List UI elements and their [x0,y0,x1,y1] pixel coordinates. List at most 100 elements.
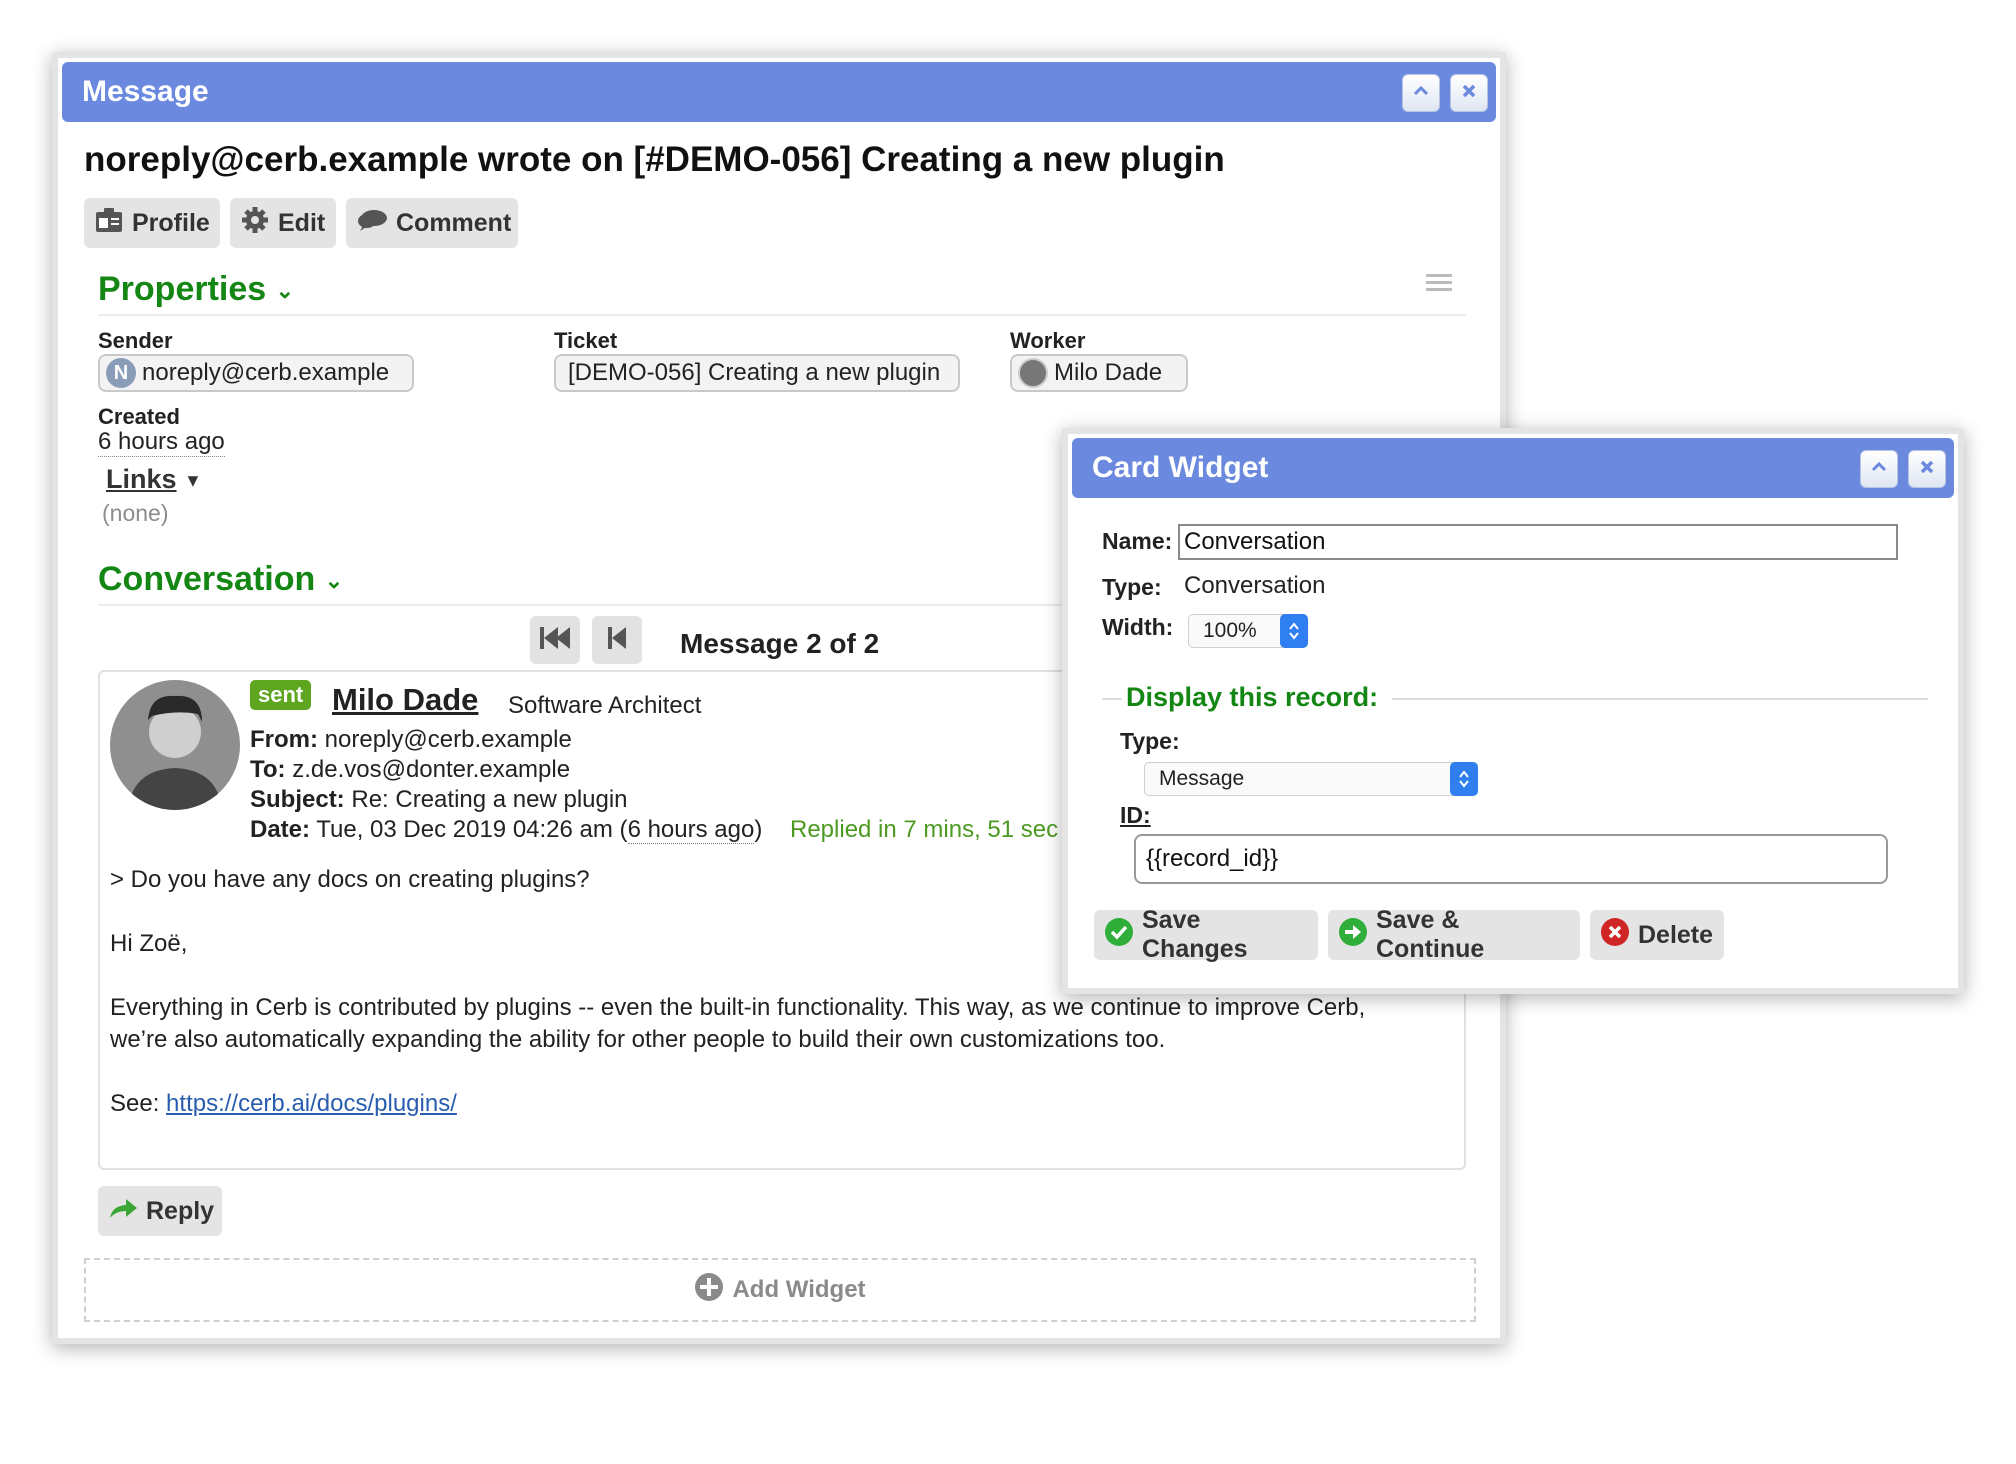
worker-chip[interactable]: Milo Dade [1010,354,1188,392]
sender-label: Sender [98,328,173,353]
message-heading: noreply@cerb.example wrote on [#DEMO-056… [84,140,1225,179]
collapse-button[interactable] [1402,74,1440,112]
reply-arrow-icon [108,1196,138,1227]
message-pager: Message 2 of 2 [680,628,880,659]
menu-icon[interactable] [1426,272,1452,299]
chevron-down-icon: ⌄ [275,278,295,304]
body-see: See: https://cerb.ai/docs/plugins/ [110,1090,457,1118]
worker-avatar [1018,358,1048,388]
card-widget-dialog: Card Widget Name: Conversation Type: Con… [1062,428,1964,994]
body-line-1: Everything in Cerb is contributed by plu… [110,994,1366,1021]
previous-message-button[interactable] [592,616,642,664]
updown-icon [1450,762,1478,796]
from-line: From: noreply@cerb.example [250,726,572,754]
author-avatar[interactable] [110,680,240,810]
fieldset-line-left [1102,698,1122,700]
width-value: 100% [1203,619,1257,642]
chevron-up-icon [1413,84,1429,102]
chevron-down-icon: ⌄ [324,568,344,594]
date-value: Tue, 03 Dec 2019 04:26 am [316,816,613,843]
author-name[interactable]: Milo Dade [332,682,478,718]
edit-label: Edit [278,208,326,237]
width-select[interactable]: 100% [1188,614,1308,648]
to-label: To: [250,756,286,783]
record-type-select[interactable]: Message [1144,762,1478,796]
sent-badge: sent [250,680,312,710]
from-label: From: [250,726,318,753]
skip-first-icon [538,625,572,656]
delete-circle-icon [1600,917,1630,954]
edit-button[interactable]: Edit [230,198,336,248]
id-card-icon [94,206,124,241]
comment-button[interactable]: Comment [346,198,518,248]
replied-time: Replied in 7 mins, 51 sec [790,816,1059,843]
ticket-value: [DEMO-056] Creating a new plugin [568,359,941,386]
id-input[interactable]: {{record_id}} [1134,834,1888,884]
see-label: See: [110,1090,160,1117]
sender-chip[interactable]: N noreply@cerb.example [98,354,414,392]
profile-button[interactable]: Profile [84,198,220,248]
close-button[interactable] [1450,74,1488,112]
delete-button[interactable]: Delete [1590,910,1724,960]
save-continue-button[interactable]: Save & Continue [1328,906,1580,963]
fieldset-line-right [1392,698,1928,700]
message-titlebar[interactable]: Message [62,62,1496,122]
display-record-legend: Display this record: [1126,682,1379,712]
date-relative: 6 hours ago [627,816,755,844]
sender-avatar: N [106,358,136,388]
arrow-right-circle-icon [1338,917,1368,954]
type-value: Conversation [1184,572,1326,599]
ticket-chip[interactable]: [DEMO-056] Creating a new plugin [554,354,960,392]
plus-circle-icon [694,1272,724,1309]
links-toggle[interactable]: Links ▼ [106,464,202,495]
ticket-label: Ticket [554,328,618,353]
sender-value: noreply@cerb.example [142,359,390,386]
id-label: ID: [1120,802,1151,828]
delete-label: Delete [1638,920,1714,949]
record-type-label: Type: [1120,728,1180,754]
date-label: Date: [250,816,311,843]
reply-label: Reply [146,1196,215,1225]
record-type-value: Message [1159,767,1245,790]
name-input[interactable]: Conversation [1178,524,1898,560]
from-value: noreply@cerb.example [324,726,572,753]
gear-icon [240,205,270,242]
properties-title: Properties [98,270,267,308]
subject-line: Subject: Re: Creating a new plugin [250,786,628,814]
collapse-button[interactable] [1860,450,1898,488]
properties-divider [98,314,1466,316]
width-label: Width: [1102,614,1174,640]
card-widget-titlebar[interactable]: Card Widget [1072,438,1954,498]
worker-label: Worker [1010,328,1086,353]
save-changes-button[interactable]: Save Changes [1094,906,1318,963]
links-value: (none) [102,500,169,526]
subject-value: Re: Creating a new plugin [351,786,628,813]
docs-link[interactable]: https://cerb.ai/docs/plugins/ [166,1090,457,1117]
first-message-button[interactable] [530,616,580,664]
comment-label: Comment [396,208,512,237]
worker-value: Milo Dade [1054,359,1163,386]
body-line-2: we’re also automatically expanding the a… [110,1026,1166,1053]
subject-label: Subject: [250,786,345,813]
add-widget-button[interactable]: Add Widget [84,1258,1476,1322]
to-value: z.de.vos@donter.example [292,756,571,783]
name-label: Name: [1102,528,1173,554]
links-label: Links [106,464,177,494]
updown-icon [1280,614,1308,648]
close-button[interactable] [1908,450,1946,488]
save-changes-label: Save Changes [1142,906,1248,963]
chevron-up-icon [1871,460,1887,478]
body-quote: > Do you have any docs on creating plugi… [110,866,590,893]
close-icon [1461,83,1477,104]
properties-heading[interactable]: Properties ⌄ [98,270,294,309]
reply-button[interactable]: Reply [98,1186,222,1236]
conversation-heading[interactable]: Conversation ⌄ [98,560,343,599]
type-label: Type: [1102,574,1162,600]
conversation-title: Conversation [98,560,316,598]
caret-down-icon: ▼ [184,470,202,491]
close-icon [1919,459,1935,480]
dialog-title: Message [82,75,209,108]
add-widget-label: Add Widget [732,1276,866,1303]
skip-previous-icon [606,625,628,656]
comment-icon [356,207,388,240]
